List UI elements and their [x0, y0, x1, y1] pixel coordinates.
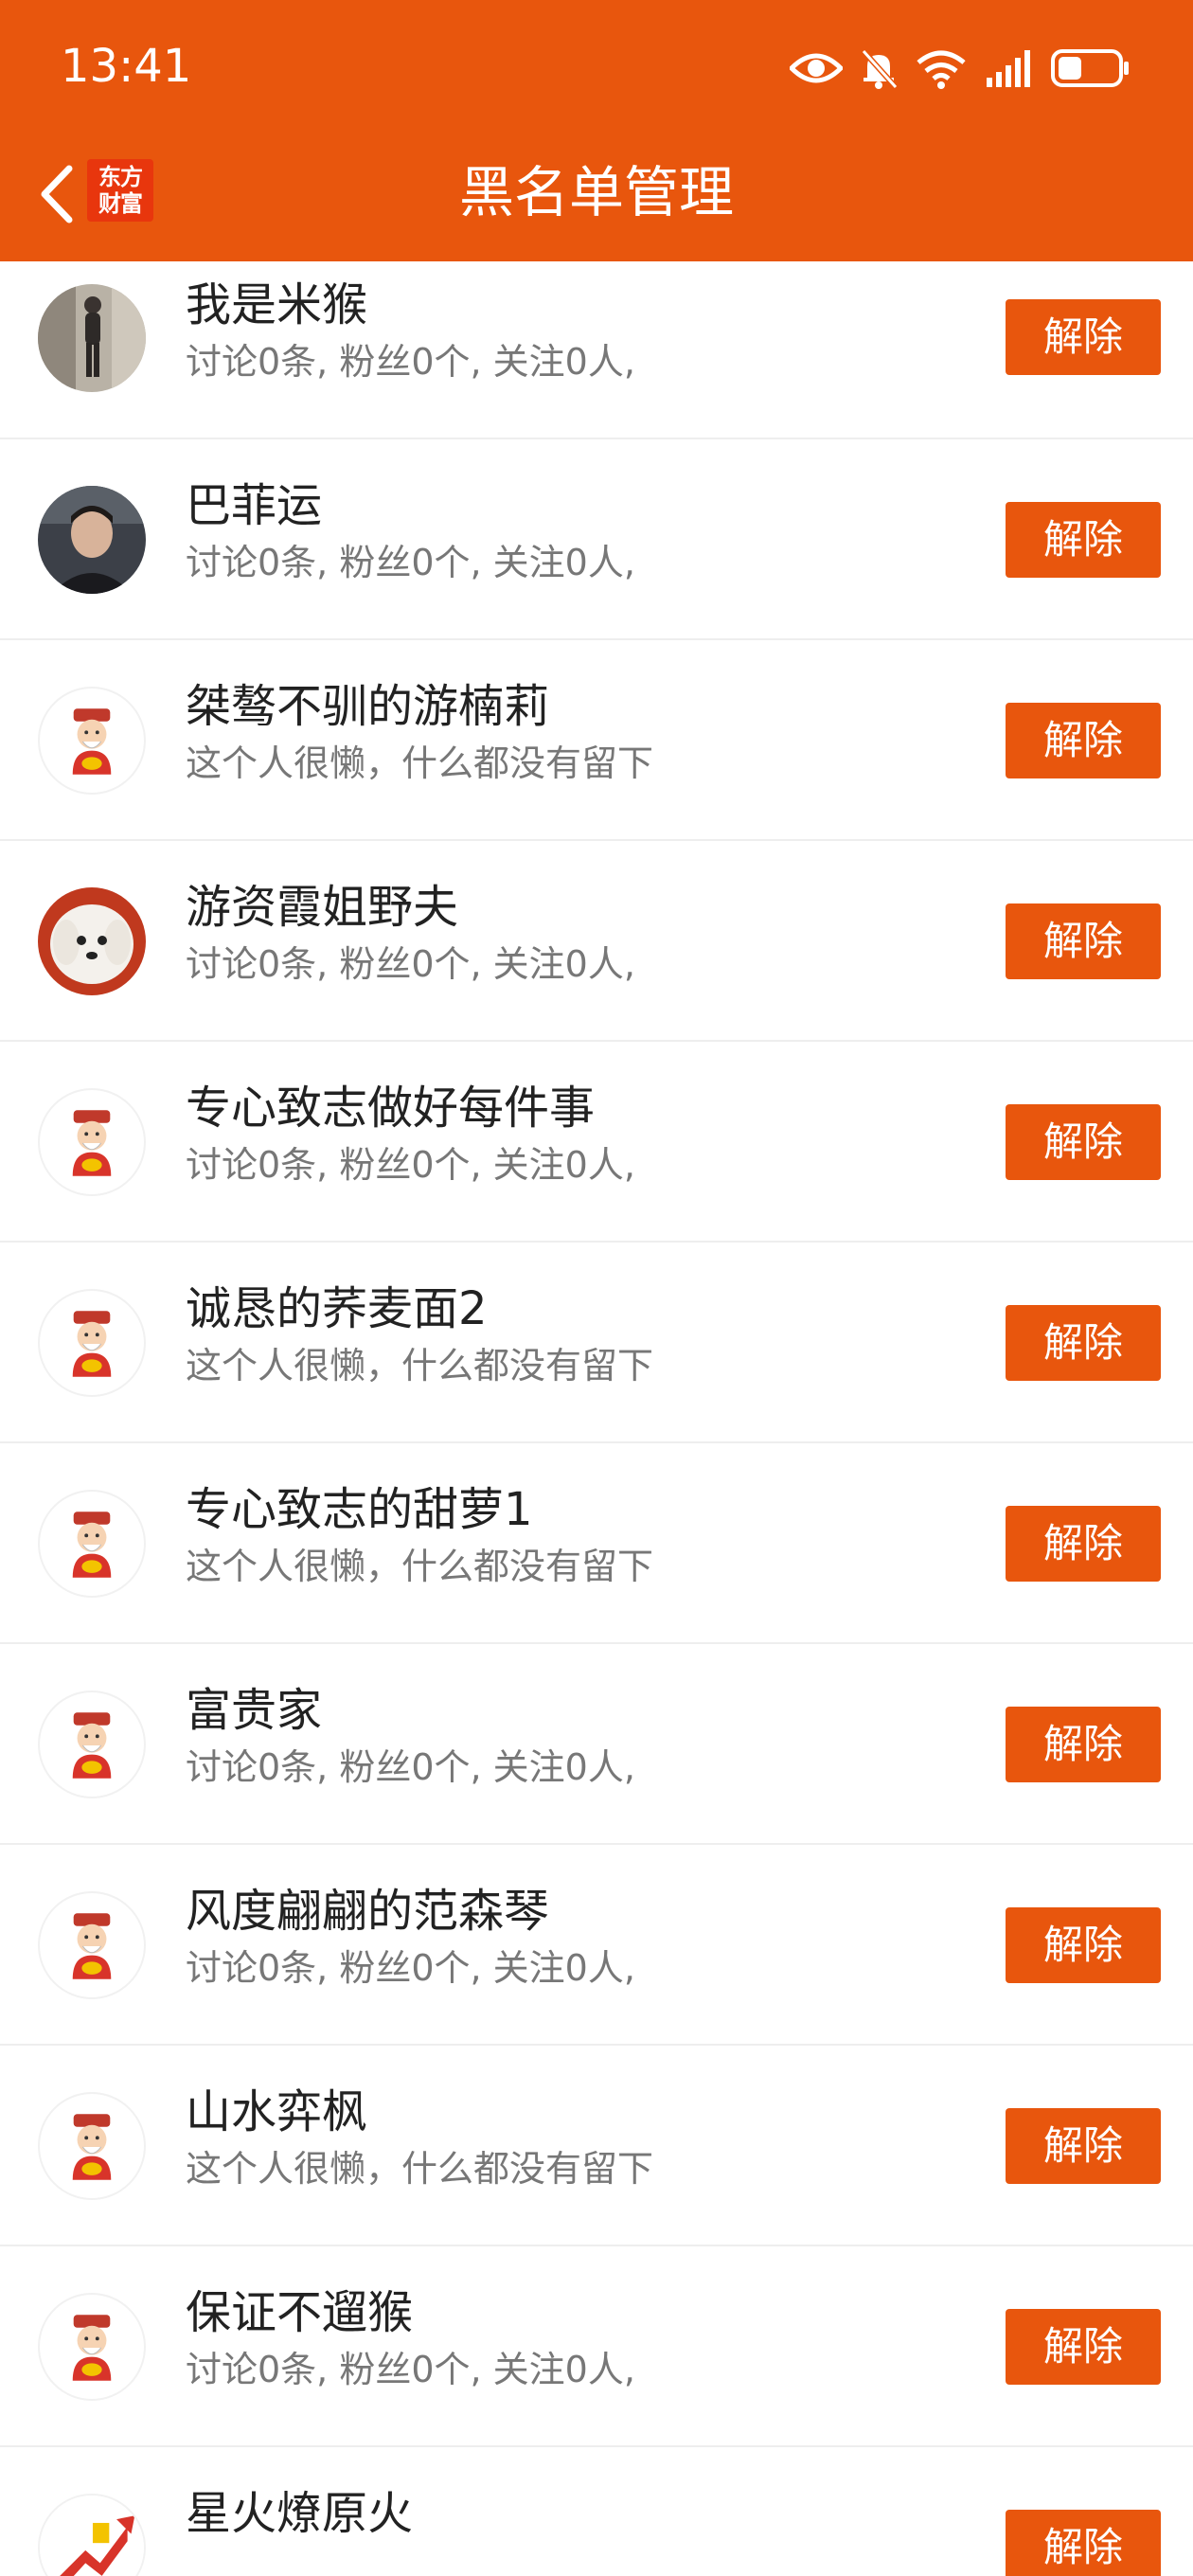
unblock-button[interactable]: 解除	[1006, 502, 1161, 578]
avatar[interactable]	[38, 887, 146, 995]
user-stats: 讨论0条, 粉丝0个, 关注0人,	[186, 1746, 635, 1788]
list-item: 游资霞姐野夫 讨论0条, 粉丝0个, 关注0人, 解除	[0, 841, 1193, 1042]
unblock-button[interactable]: 解除	[1006, 2108, 1161, 2184]
unblock-button[interactable]: 解除	[1006, 1506, 1161, 1582]
avatar[interactable]	[38, 1891, 146, 1999]
list-item: 风度翩翩的范森琴 讨论0条, 粉丝0个, 关注0人, 解除	[0, 1845, 1193, 2046]
list-item: 山水弈枫 这个人很懒，什么都没有留下 解除	[0, 2046, 1193, 2246]
list-item: 富贵家 讨论0条, 粉丝0个, 关注0人, 解除	[0, 1644, 1193, 1845]
avatar[interactable]	[38, 284, 146, 392]
user-name: 游资霞姐野夫	[186, 881, 459, 934]
user-name: 巴菲运	[186, 479, 323, 532]
list-item: 星火燎原火 解除	[0, 2447, 1193, 2576]
chart-arrow-icon	[40, 2496, 144, 2576]
avatar[interactable]	[38, 687, 146, 795]
list-item: 我是米猴 讨论0条, 粉丝0个, 关注0人, 解除	[0, 261, 1193, 439]
avatar[interactable]	[38, 2293, 146, 2401]
user-stats: 讨论0条, 粉丝0个, 关注0人,	[186, 542, 635, 583]
fortune-god-icon	[72, 708, 112, 775]
status-time: 13:41	[61, 40, 192, 93]
wifi-6-icon	[915, 47, 968, 89]
unblock-button[interactable]: 解除	[1006, 299, 1161, 375]
user-stats: 讨论0条, 粉丝0个, 关注0人,	[186, 2349, 635, 2390]
blacklist: 我是米猴 讨论0条, 粉丝0个, 关注0人, 解除 巴菲运 讨论0条, 粉丝0个…	[0, 261, 1193, 2576]
user-stats: 讨论0条, 粉丝0个, 关注0人,	[186, 1947, 635, 1989]
list-item: 专心致志做好每件事 讨论0条, 粉丝0个, 关注0人, 解除	[0, 1042, 1193, 1243]
user-name: 风度翩翩的范森琴	[186, 1885, 550, 1938]
avatar[interactable]	[38, 2494, 146, 2576]
user-stats: 这个人很懒，什么都没有留下	[186, 1546, 654, 1587]
list-item: 桀骜不驯的游楠莉 这个人很懒，什么都没有留下 解除	[0, 640, 1193, 841]
unblock-button[interactable]: 解除	[1006, 2510, 1161, 2576]
fortune-god-icon	[72, 1712, 112, 1779]
unblock-button[interactable]: 解除	[1006, 1907, 1161, 1983]
user-stats: 这个人很懒，什么都没有留下	[186, 1345, 654, 1386]
fortune-god-icon	[72, 2114, 112, 2180]
fortune-god-icon	[72, 2315, 112, 2381]
fortune-god-icon	[72, 1311, 112, 1377]
user-name: 诚恳的荞麦面2	[186, 1282, 488, 1335]
eye-icon	[790, 49, 843, 87]
blacklist-screen: 13:41 东方 财富 黑名单管理 我是米猴 讨论0条, 粉丝0个, 关注0人,…	[0, 0, 1193, 2576]
bell-muted-icon	[860, 47, 898, 89]
user-stats: 讨论0条, 粉丝0个, 关注0人,	[186, 341, 635, 383]
unblock-button[interactable]: 解除	[1006, 2309, 1161, 2385]
avatar[interactable]	[38, 1690, 146, 1798]
list-item: 诚恳的荞麦面2 这个人很懒，什么都没有留下 解除	[0, 1243, 1193, 1443]
user-name: 富贵家	[186, 1684, 323, 1737]
user-name: 桀骜不驯的游楠莉	[186, 680, 550, 733]
user-stats: 讨论0条, 粉丝0个, 关注0人,	[186, 1144, 635, 1186]
user-stats: 讨论0条, 粉丝0个, 关注0人,	[186, 943, 635, 985]
user-name: 保证不遛猴	[186, 2286, 414, 2339]
battery-icon	[1051, 49, 1131, 87]
user-stats: 这个人很懒，什么都没有留下	[186, 2148, 654, 2190]
unblock-button[interactable]: 解除	[1006, 903, 1161, 979]
app-header: 13:41 东方 财富 黑名单管理	[0, 0, 1193, 261]
unblock-button[interactable]: 解除	[1006, 1305, 1161, 1381]
unblock-button[interactable]: 解除	[1006, 1707, 1161, 1782]
avatar[interactable]	[38, 1490, 146, 1598]
unblock-button[interactable]: 解除	[1006, 703, 1161, 778]
avatar[interactable]	[38, 1289, 146, 1397]
fortune-god-icon	[72, 1512, 112, 1578]
user-name: 星火燎原火	[186, 2487, 414, 2540]
fortune-god-icon	[72, 1913, 112, 1979]
user-name: 专心致志的甜萝1	[186, 1483, 533, 1536]
fortune-god-icon	[72, 1110, 112, 1176]
user-stats: 这个人很懒，什么都没有留下	[186, 742, 654, 784]
list-item: 保证不遛猴 讨论0条, 粉丝0个, 关注0人, 解除	[0, 2246, 1193, 2447]
page-title: 黑名单管理	[458, 160, 734, 224]
list-item: 专心致志的甜萝1 这个人很懒，什么都没有留下 解除	[0, 1443, 1193, 1644]
user-name: 专心致志做好每件事	[186, 1082, 596, 1135]
avatar[interactable]	[38, 2092, 146, 2200]
unblock-button[interactable]: 解除	[1006, 1104, 1161, 1180]
status-icons	[790, 42, 1131, 95]
user-name: 我是米猴	[186, 278, 368, 331]
user-name: 山水弈枫	[186, 2085, 368, 2138]
avatar[interactable]	[38, 1088, 146, 1196]
avatar[interactable]	[38, 486, 146, 594]
signal-icon	[985, 49, 1034, 87]
list-item: 巴菲运 讨论0条, 粉丝0个, 关注0人, 解除	[0, 439, 1193, 640]
